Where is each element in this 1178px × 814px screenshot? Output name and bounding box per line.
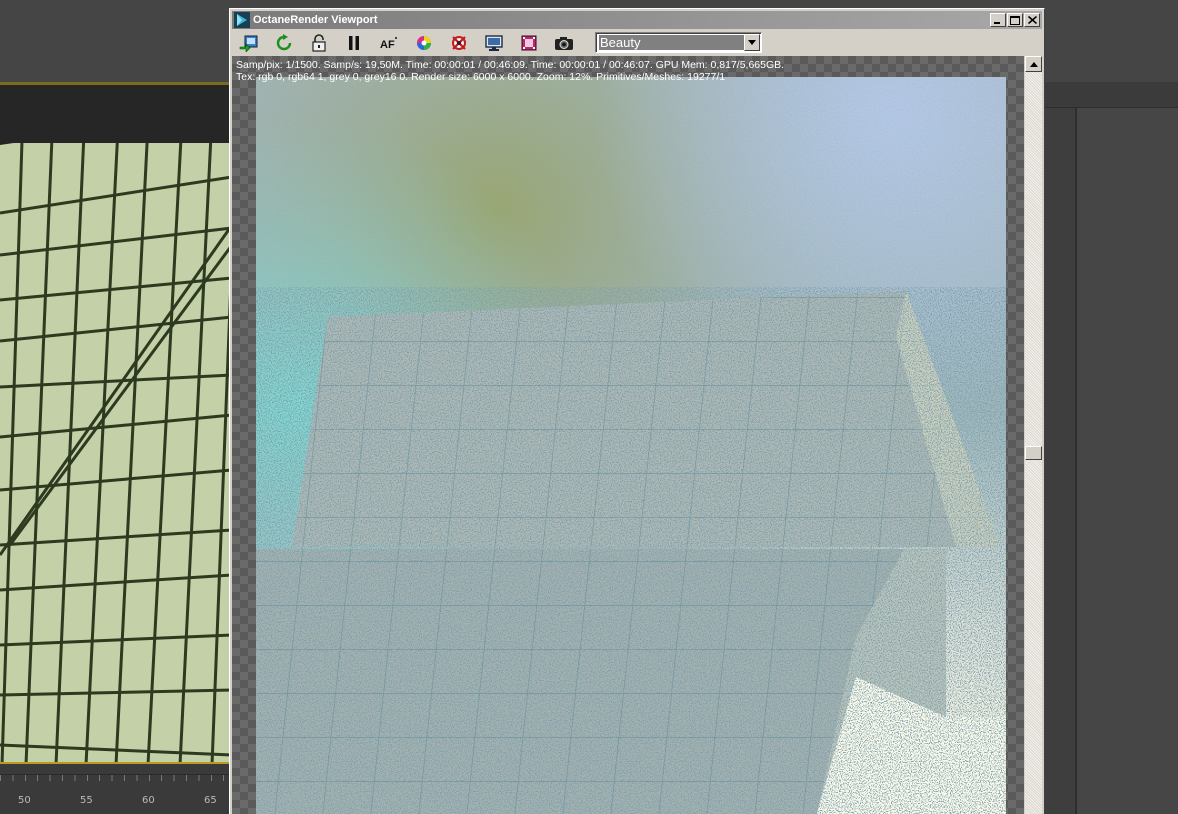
scroll-thumb[interactable] — [1025, 446, 1042, 460]
octane-logo-icon — [234, 12, 250, 28]
close-button[interactable] — [1024, 13, 1040, 27]
camera-icon — [555, 37, 573, 50]
svg-text:AF: AF — [380, 39, 395, 51]
timeline-tick-label: 55 — [80, 795, 93, 806]
display-button[interactable] — [480, 31, 508, 55]
window-title: OctaneRender Viewport — [253, 14, 378, 26]
maximize-button[interactable] — [1007, 13, 1023, 27]
render-image — [256, 77, 1006, 814]
octane-viewport-window: OctaneRender Viewport AF Beauty Samp/pix… — [229, 8, 1045, 814]
color-button[interactable] — [410, 31, 438, 55]
render-pass-value: Beauty — [599, 35, 744, 50]
window-titlebar[interactable]: OctaneRender Viewport — [232, 11, 1042, 29]
crosshair-region-icon — [452, 36, 466, 50]
monitor-icon — [485, 34, 503, 51]
command-panel-column — [1076, 108, 1178, 814]
timeline-ruler — [0, 774, 232, 788]
af-button[interactable]: AF — [375, 31, 403, 55]
timeline-tick-label: 65 — [204, 795, 217, 806]
film-icon — [521, 35, 537, 51]
af-icon: AF — [380, 37, 397, 51]
pause-icon — [349, 36, 359, 50]
scroll-up-button[interactable] — [1025, 56, 1042, 72]
pause-button[interactable] — [340, 31, 368, 55]
render-pass-select[interactable]: Beauty — [595, 32, 762, 53]
render-stats-line: Tex: rgb 0, rgb64 1, grey 0, grey16 0. R… — [236, 71, 726, 83]
vertical-scrollbar[interactable] — [1025, 56, 1042, 814]
minimize-button[interactable] — [990, 13, 1006, 27]
film-button[interactable] — [515, 31, 543, 55]
command-panel-column — [1044, 108, 1076, 814]
timeline-tick-label: 50 — [18, 795, 31, 806]
command-panel-header — [1044, 82, 1178, 108]
close-icon — [1027, 16, 1037, 24]
restart-render-button[interactable] — [270, 31, 298, 55]
octane-toolbar: AF Beauty — [232, 30, 1042, 56]
window-controls — [989, 13, 1040, 27]
chevron-down-icon — [748, 40, 756, 45]
minimize-icon — [994, 22, 1000, 24]
timeline-tick-label: 60 — [142, 795, 155, 806]
time-slider[interactable]: 50 55 60 65 — [0, 764, 232, 814]
render-preview — [256, 77, 1006, 814]
render-statistics: Samp/pix: 1/1500. Samp/s: 19,50M. Time: … — [236, 59, 784, 83]
send-scene-button[interactable] — [235, 31, 263, 55]
maximize-icon — [1010, 15, 1020, 25]
refresh-icon — [276, 34, 292, 51]
lock-button[interactable] — [305, 31, 333, 55]
app-root: 50 55 60 65 OctaneRender Viewport AF Bea… — [0, 0, 1178, 814]
perspective-viewport[interactable] — [0, 85, 232, 765]
arrow-up-icon — [1029, 61, 1038, 67]
render-stats-line: Samp/pix: 1/1500. Samp/s: 19,50M. Time: … — [236, 59, 785, 71]
viewport-wireframe — [0, 85, 232, 765]
color-wheel-icon — [417, 36, 431, 50]
camera-button[interactable] — [550, 31, 578, 55]
lock-icon — [312, 34, 326, 52]
send-scene-icon — [239, 35, 258, 52]
render-pass-dropdown-button[interactable] — [744, 34, 760, 51]
render-canvas[interactable]: Samp/pix: 1/1500. Samp/s: 19,50M. Time: … — [232, 56, 1024, 814]
region-button[interactable] — [445, 31, 473, 55]
command-panel — [1044, 82, 1178, 814]
